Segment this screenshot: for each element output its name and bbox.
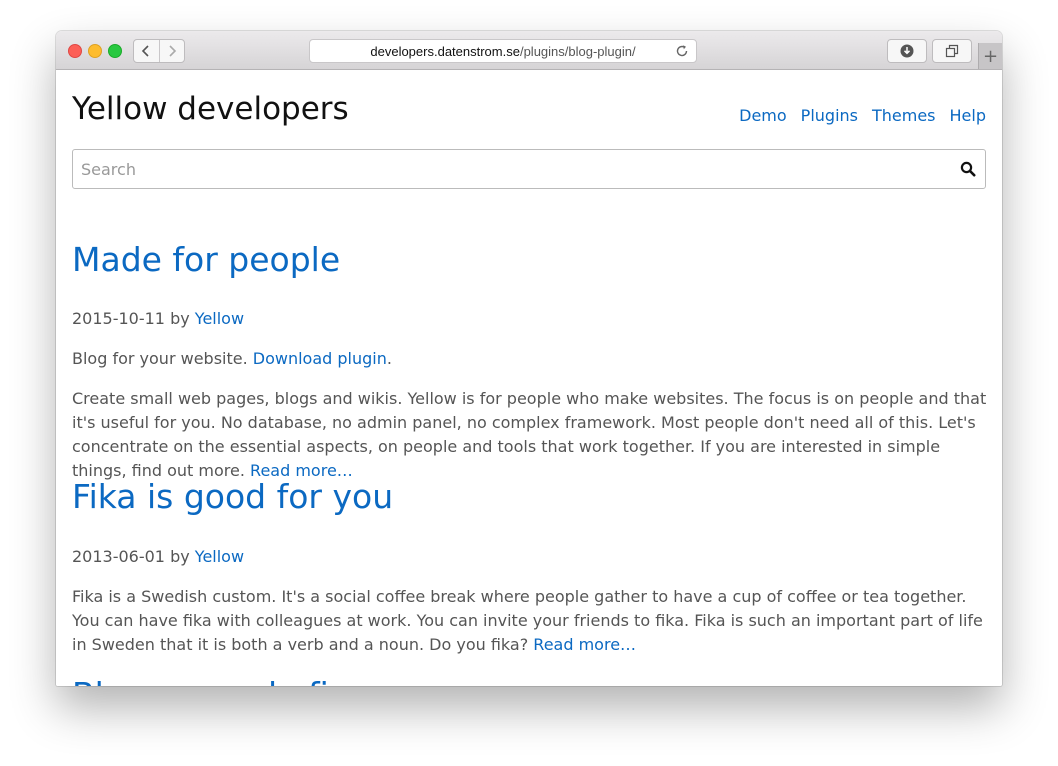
post-body: Fika is a Swedish custom. It's a social …	[72, 585, 988, 657]
post-title[interactable]: Made for people	[72, 240, 340, 279]
search-placeholder: Search	[81, 160, 136, 179]
post-date: 2015-10-11	[72, 309, 165, 328]
nav-link-demo[interactable]: Demo	[739, 106, 787, 125]
history-nav	[133, 39, 185, 63]
nav-link-plugins[interactable]: Plugins	[801, 106, 858, 125]
downloads-button[interactable]	[887, 39, 927, 63]
tab-overview-button[interactable]	[932, 39, 972, 63]
post-intro-end: .	[386, 349, 392, 368]
read-more-link[interactable]: Read more…	[533, 635, 636, 654]
chevron-left-icon	[142, 45, 149, 57]
back-button[interactable]	[134, 40, 159, 62]
tabs-icon	[945, 44, 959, 58]
page-content: Yellow developers Demo Plugins Themes He…	[56, 70, 1002, 686]
post-title[interactable]: Blog example five	[72, 675, 369, 686]
reload-icon[interactable]	[675, 44, 689, 58]
post-body-text: Create small web pages, blogs and wikis.…	[72, 389, 987, 480]
site-title[interactable]: Yellow developers	[72, 91, 349, 127]
url-path: /plugins/blog-plugin/	[519, 43, 636, 59]
browser-window: developers.datenstrom.se/plugins/blog-pl…	[56, 31, 1002, 686]
browser-toolbar: developers.datenstrom.se/plugins/blog-pl…	[56, 31, 1002, 70]
download-plugin-link[interactable]: Download plugin	[253, 349, 387, 368]
chevron-right-icon	[169, 45, 176, 57]
post-author-link[interactable]: Yellow	[195, 309, 244, 328]
address-bar[interactable]: developers.datenstrom.se/plugins/blog-pl…	[309, 39, 697, 63]
post-intro-text: Blog for your website.	[72, 349, 248, 368]
post-by: by	[170, 309, 190, 328]
search-input[interactable]: Search	[72, 149, 986, 189]
post-body-text: Fika is a Swedish custom. It's a social …	[72, 587, 983, 654]
site-navigation: Demo Plugins Themes Help	[725, 106, 986, 125]
minimize-window-button[interactable]	[88, 44, 102, 58]
post-body: Create small web pages, blogs and wikis.…	[72, 387, 988, 483]
post-intro: Blog for your website. Download plugin.	[72, 347, 988, 371]
post-by: by	[170, 547, 190, 566]
zoom-window-button[interactable]	[108, 44, 122, 58]
close-window-button[interactable]	[68, 44, 82, 58]
url-domain: developers.datenstrom.se	[370, 43, 520, 59]
post-meta: 2015-10-11 by Yellow	[72, 307, 988, 331]
post-title[interactable]: Fika is good for you	[72, 477, 393, 516]
forward-button[interactable]	[158, 40, 185, 62]
post-date: 2013-06-01	[72, 547, 165, 566]
post-meta: 2013-06-01 by Yellow	[72, 545, 988, 569]
nav-link-help[interactable]: Help	[950, 106, 986, 125]
plus-icon: +	[982, 45, 999, 67]
post-author-link[interactable]: Yellow	[195, 547, 244, 566]
search-icon[interactable]	[960, 161, 976, 177]
new-tab-button[interactable]: +	[978, 43, 1002, 69]
download-icon	[900, 44, 914, 58]
nav-link-themes[interactable]: Themes	[872, 106, 936, 125]
